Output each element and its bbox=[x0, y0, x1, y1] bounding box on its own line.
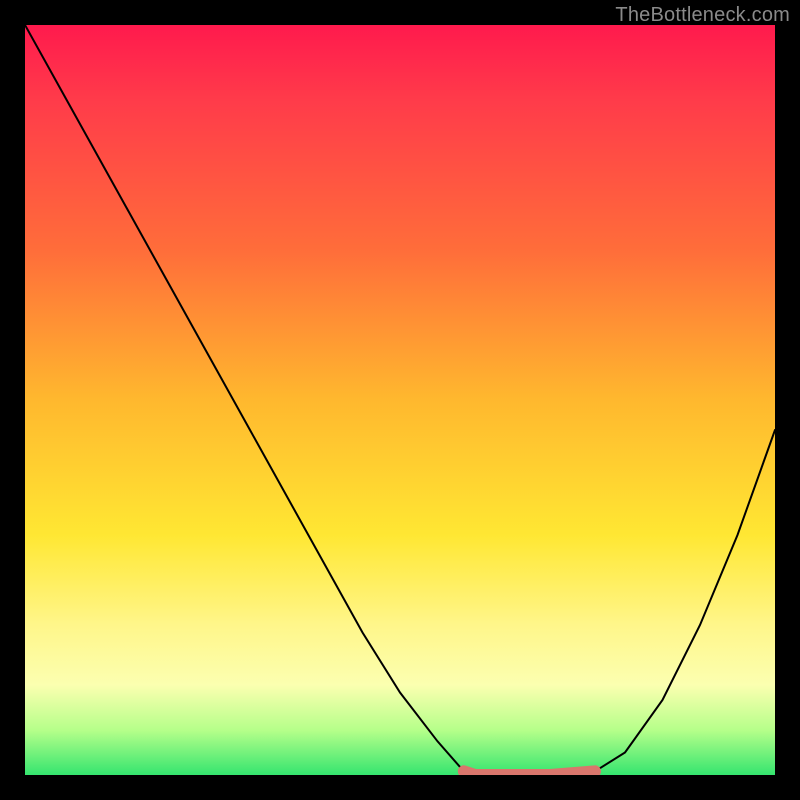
watermark-text: TheBottleneck.com bbox=[615, 4, 790, 27]
bottleneck-curve bbox=[25, 25, 775, 775]
plot-area bbox=[25, 25, 775, 775]
optimal-zone-highlight bbox=[464, 771, 595, 775]
chart-frame: TheBottleneck.com bbox=[0, 0, 800, 800]
chart-svg bbox=[25, 25, 775, 775]
